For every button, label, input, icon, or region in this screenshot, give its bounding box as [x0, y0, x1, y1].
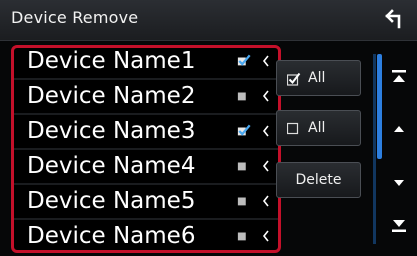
scroll-down-button[interactable]: [385, 168, 415, 196]
chevron-left-icon: [262, 195, 269, 207]
device-name: Device Name3: [27, 118, 196, 144]
device-row[interactable]: Device Name5: [14, 185, 280, 218]
title-bar: Device Remove: [0, 0, 417, 41]
scroll-to-top-button[interactable]: [385, 62, 415, 90]
delete-button[interactable]: Delete: [276, 162, 361, 198]
deselect-all-button[interactable]: All: [276, 110, 361, 146]
checked-box-icon: [287, 72, 301, 86]
scroll-to-bottom-icon: [392, 220, 406, 232]
chevron-left-icon: [262, 160, 269, 172]
device-row[interactable]: Device Name1: [14, 45, 280, 78]
unchecked-checkbox-icon[interactable]: [237, 89, 251, 103]
select-all-button[interactable]: All: [276, 60, 361, 96]
scroll-controls: [368, 44, 417, 256]
device-name: Device Name1: [27, 48, 196, 74]
device-name: Device Name4: [27, 153, 196, 179]
unchecked-checkbox-icon[interactable]: [237, 229, 251, 243]
delete-label: Delete: [295, 172, 342, 188]
device-name: Device Name6: [27, 223, 196, 249]
deselect-all-label: All: [308, 120, 326, 136]
page-title: Device Remove: [11, 8, 139, 27]
device-row[interactable]: Device Name3: [14, 115, 280, 148]
select-all-label: All: [308, 70, 326, 86]
scrollbar-thumb[interactable]: [377, 54, 382, 159]
device-row[interactable]: Device Name4: [14, 150, 280, 183]
device-list[interactable]: Device Name1 Device Name2 Device Name3 Devi…: [14, 44, 280, 250]
empty-checkbox-icon: [287, 122, 299, 135]
scroll-to-top-icon: [392, 70, 406, 82]
back-arrow-icon: [385, 9, 401, 29]
device-row[interactable]: Device Name6: [14, 220, 280, 250]
scroll-to-bottom-button[interactable]: [385, 210, 415, 238]
scroll-up-button[interactable]: [385, 114, 415, 142]
scroll-down-icon: [394, 180, 404, 186]
chevron-left-icon: [262, 90, 269, 102]
unchecked-checkbox-icon[interactable]: [237, 194, 251, 208]
device-name: Device Name5: [27, 188, 196, 214]
unchecked-checkbox-icon[interactable]: [237, 159, 251, 173]
chevron-left-icon: [262, 125, 269, 137]
back-button[interactable]: [377, 2, 413, 38]
chevron-left-icon: [262, 230, 269, 242]
scrollbar-track[interactable]: [373, 54, 382, 244]
device-name: Device Name2: [27, 83, 196, 109]
chevron-left-icon: [262, 55, 269, 67]
device-remove-screen: Device Remove Device Name1 Device Name2 De…: [0, 0, 417, 256]
checked-checkbox-icon[interactable]: [237, 124, 251, 138]
checked-checkbox-icon[interactable]: [237, 54, 251, 68]
scroll-up-icon: [394, 126, 404, 132]
device-row[interactable]: Device Name2: [14, 80, 280, 113]
